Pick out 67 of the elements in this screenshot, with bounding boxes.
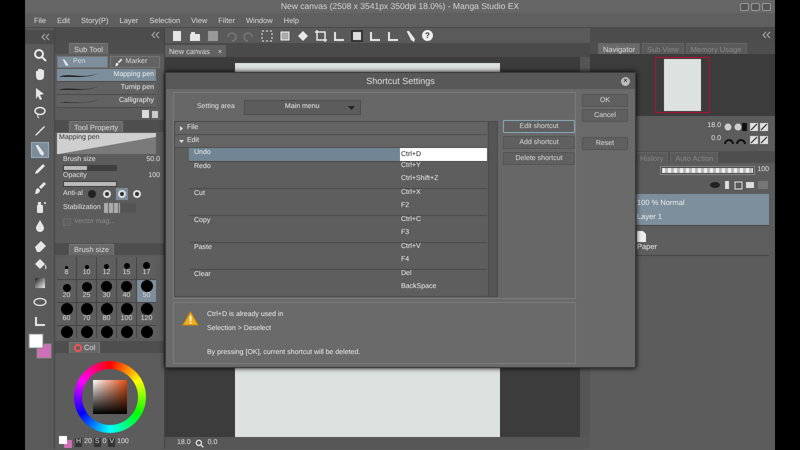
brush-dot-icon xyxy=(143,262,150,270)
brush-dot-icon xyxy=(140,303,152,316)
brush-dot-icon xyxy=(80,326,92,338)
anti-alias-option-icon[interactable] xyxy=(116,188,128,200)
navigator-page xyxy=(664,59,701,111)
collapse-icon[interactable] xyxy=(762,31,771,39)
collapse-icon[interactable] xyxy=(151,31,160,39)
brush-dot-icon xyxy=(124,263,130,270)
minimize-button[interactable] xyxy=(740,2,749,10)
crop-icon[interactable] xyxy=(314,28,328,42)
color-swatch-icon[interactable] xyxy=(59,436,73,449)
brush-dot-icon xyxy=(65,266,68,270)
anti-alias-option-icon[interactable] xyxy=(130,188,143,200)
selection-icon[interactable] xyxy=(260,28,274,42)
brush-dot-icon xyxy=(121,281,132,292)
brush-dot-icon xyxy=(104,264,109,270)
transform-icon[interactable] xyxy=(278,28,292,42)
eyedropper-icon[interactable] xyxy=(32,124,46,138)
color-square[interactable] xyxy=(92,380,126,414)
help-button[interactable]: ? xyxy=(422,30,433,41)
opacity-slider[interactable] xyxy=(660,166,756,175)
magnifier-icon[interactable] xyxy=(194,438,204,448)
dialog-title: Shortcut Settings xyxy=(366,76,435,86)
brush-dot-icon xyxy=(140,280,152,292)
stabilization-track[interactable] xyxy=(104,202,136,213)
magnifier-icon[interactable] xyxy=(32,48,46,62)
layer-tools-icon[interactable] xyxy=(709,180,769,190)
caret-icon xyxy=(179,126,184,130)
brush-icon[interactable] xyxy=(32,181,46,195)
lasso-icon[interactable] xyxy=(32,105,46,119)
color-wheel-icon xyxy=(74,344,82,352)
warning-icon xyxy=(182,311,199,326)
window-title: New canvas (2508 x 3541px 350dpi 18.0%) - Manga Studio EX xyxy=(280,1,520,12)
brush-dot-icon xyxy=(120,326,132,338)
bucket-icon[interactable] xyxy=(32,257,46,271)
brush-dot-icon xyxy=(80,303,92,316)
gradient-icon[interactable] xyxy=(32,276,46,290)
brush-dot-icon xyxy=(120,303,132,316)
anti-alias-option-icon[interactable] xyxy=(100,188,113,200)
caret-icon xyxy=(179,138,184,144)
flip-icon[interactable] xyxy=(749,122,769,132)
brush-dot-icon xyxy=(82,282,92,292)
brush-icon xyxy=(114,58,122,66)
zoom-icon[interactable] xyxy=(723,122,747,132)
maximize-button[interactable] xyxy=(751,2,760,10)
brush-dot-icon xyxy=(60,303,72,316)
eraser-icon[interactable] xyxy=(32,238,46,252)
close-button[interactable] xyxy=(762,2,771,10)
square-icon[interactable] xyxy=(350,28,364,42)
slider-track[interactable] xyxy=(63,165,117,172)
ellipse-icon[interactable] xyxy=(32,295,46,309)
brush-dot-icon xyxy=(84,265,88,270)
pencil-icon[interactable] xyxy=(32,162,46,176)
flip-icon[interactable] xyxy=(749,134,769,144)
brush-dot-icon xyxy=(140,326,152,338)
scrollbar[interactable] xyxy=(488,122,497,296)
collapse-icon[interactable] xyxy=(41,33,50,41)
caret-icon xyxy=(348,106,355,110)
brush-dot-icon xyxy=(62,284,70,292)
new-file-icon[interactable] xyxy=(170,28,184,42)
ruler-icon[interactable] xyxy=(32,314,46,328)
brush-dot-icon xyxy=(101,281,112,292)
pen-icon xyxy=(61,58,70,66)
brush-dot-icon xyxy=(60,326,72,338)
brush-dot-icon xyxy=(100,326,112,338)
close-button[interactable]: × xyxy=(621,76,630,86)
brush-dot-icon xyxy=(100,303,112,316)
